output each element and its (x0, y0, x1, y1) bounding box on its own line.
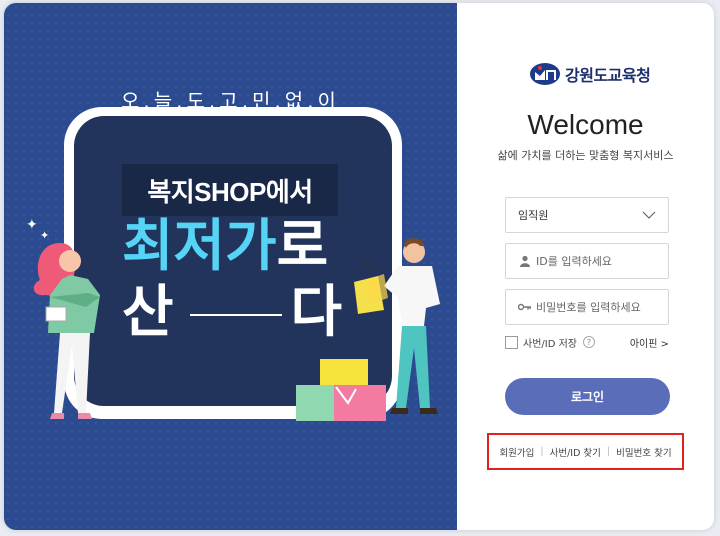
find-password-link[interactable]: 비밀번호 찾기 (616, 445, 671, 459)
sparkle-icon: ✦ (26, 217, 38, 233)
id-field[interactable] (505, 243, 669, 279)
login-panel: 강원도교육청 Welcome 삶에 가치를 더하는 맞춤형 복지서비스 임직원 (457, 3, 714, 530)
login-card: 오.늘.도.고.민.없.이 복지SHOP에서 최저가로 산 다 ✦ ✦ 강원도교… (4, 3, 714, 530)
find-id-link[interactable]: 사번/ID 찾기 (550, 445, 601, 459)
user-type-value: 임직원 (518, 209, 549, 222)
welcome-heading: Welcome (527, 109, 644, 140)
help-icon[interactable]: ? (583, 336, 595, 348)
save-id-row: 사번/ID 저장 ? 아이핀 > (505, 334, 669, 350)
bottom-left-word: 산 (122, 280, 174, 345)
user-type-select[interactable]: 임직원 (505, 197, 669, 233)
signup-link[interactable]: 회원가입 (499, 445, 534, 459)
key-icon (518, 303, 531, 311)
banner-title-box: 복지SHOP에서 (122, 164, 338, 216)
id-input[interactable] (536, 254, 666, 268)
save-id-label: 사번/ID 저장 (523, 338, 577, 350)
banner-bottom-line: 산 다 (122, 283, 352, 345)
password-input[interactable] (536, 300, 666, 314)
headline-part-2: 가 (225, 214, 277, 279)
link-separator: | (606, 446, 611, 457)
banner-title: 복지SHOP에서 (147, 176, 313, 207)
account-links: 회원가입 | 사번/ID 찾기 | 비밀번호 찾기 (487, 433, 684, 470)
welcome-subtitle: 삶에 가치를 더하는 맞춤형 복지서비스 (497, 149, 674, 162)
login-button[interactable]: 로그인 (505, 378, 670, 415)
banner-headline: 최저가로 (122, 217, 362, 277)
headline-part-3: 로 (276, 214, 329, 279)
save-id-checkbox[interactable] (505, 335, 518, 349)
logo: 강원도교육청 (529, 62, 651, 86)
ipin-link[interactable]: 아이핀 > (630, 335, 669, 350)
chevron-down-icon (642, 211, 656, 219)
bottom-dash (190, 314, 282, 316)
link-separator: | (540, 446, 544, 457)
logo-text: 강원도교육청 (565, 68, 651, 85)
password-field[interactable] (505, 289, 669, 325)
promo-banner: 오.늘.도.고.민.없.이 복지SHOP에서 최저가로 산 다 ✦ ✦ (4, 3, 457, 530)
woman-illustration (33, 243, 100, 419)
headline-part-1: 최저 (122, 214, 226, 279)
emblem-icon (530, 63, 560, 85)
gift-boxes-illustration (296, 359, 386, 421)
user-icon (520, 255, 530, 267)
bottom-right-word: 다 (290, 280, 342, 345)
